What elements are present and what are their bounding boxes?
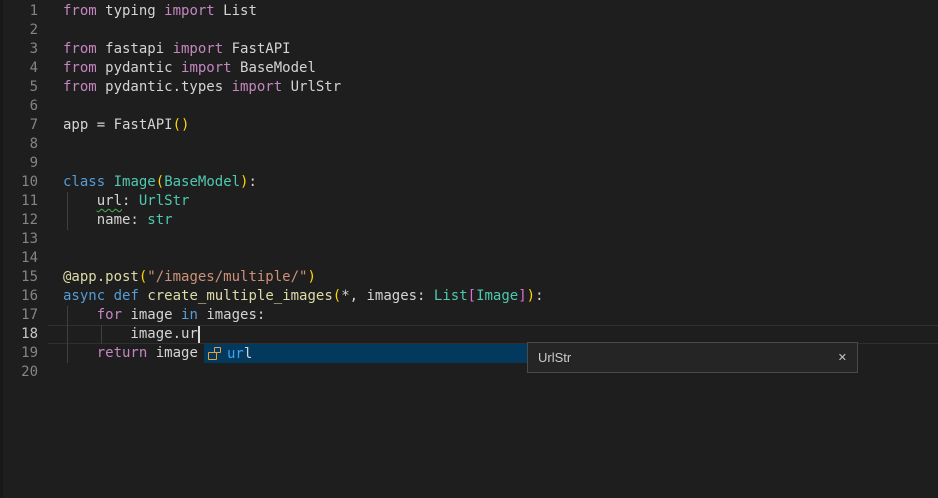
code-text: from typing import List bbox=[63, 2, 257, 21]
code-lines: 1 from typing import List 23 from fastapi i… bbox=[0, 2, 938, 382]
line-number[interactable]: 11 bbox=[0, 192, 38, 211]
code-line[interactable]: 8 bbox=[0, 135, 938, 154]
code-text: @app.post("/images/multiple/") bbox=[63, 268, 316, 287]
suggestion-label-rest: l bbox=[244, 346, 252, 362]
line-number[interactable]: 12 bbox=[0, 211, 38, 230]
line-number[interactable]: 5 bbox=[0, 78, 38, 97]
line-number[interactable]: 14 bbox=[0, 249, 38, 268]
code-line[interactable]: 4 from pydantic import BaseModel bbox=[0, 59, 938, 78]
code-text: for image in images: bbox=[63, 306, 265, 325]
line-number[interactable]: 19 bbox=[0, 344, 38, 363]
line-number[interactable]: 16 bbox=[0, 287, 38, 306]
code-line[interactable]: 7 app = FastAPI() bbox=[0, 116, 938, 135]
line-number[interactable]: 9 bbox=[0, 154, 38, 173]
line-number[interactable]: 17 bbox=[0, 306, 38, 325]
line-number[interactable]: 18 bbox=[0, 325, 38, 344]
line-number[interactable]: 2 bbox=[0, 21, 38, 40]
close-icon[interactable]: ✕ bbox=[838, 351, 847, 364]
text-cursor bbox=[198, 326, 200, 343]
suggestion-label-match: ur bbox=[227, 346, 244, 362]
code-text: from fastapi import FastAPI bbox=[63, 40, 291, 59]
line-number[interactable]: 3 bbox=[0, 40, 38, 59]
line-number[interactable]: 20 bbox=[0, 363, 38, 382]
field-icon bbox=[208, 347, 222, 360]
code-line[interactable]: 5 from pydantic.types import UrlStr bbox=[0, 78, 938, 97]
code-text: url: UrlStr bbox=[63, 192, 189, 211]
code-line[interactable]: 3 from fastapi import FastAPI bbox=[0, 40, 938, 59]
line-number[interactable]: 6 bbox=[0, 97, 38, 116]
code-text: image.ur bbox=[63, 325, 198, 344]
code-text: from pydantic import BaseModel bbox=[63, 59, 316, 78]
code-text: return image bbox=[63, 344, 198, 363]
line-number[interactable]: 13 bbox=[0, 230, 38, 249]
code-line[interactable]: 13 bbox=[0, 230, 938, 249]
line-number[interactable]: 4 bbox=[0, 59, 38, 78]
code-line[interactable]: 11 url: UrlStr bbox=[0, 192, 938, 211]
line-number[interactable]: 1 bbox=[0, 2, 38, 21]
line-number[interactable]: 8 bbox=[0, 135, 38, 154]
line-number[interactable]: 10 bbox=[0, 173, 38, 192]
code-line[interactable]: 1 from typing import List bbox=[0, 2, 938, 21]
code-line[interactable]: 2 bbox=[0, 21, 938, 40]
line-number[interactable]: 15 bbox=[0, 268, 38, 287]
code-editor-screenshot: { "colors": { "editor_background": "#1e1… bbox=[0, 0, 938, 498]
suggestion-item-url[interactable]: ur l bbox=[204, 344, 527, 363]
code-text: name: str bbox=[63, 211, 173, 230]
code-text: from pydantic.types import UrlStr bbox=[63, 78, 341, 97]
code-line[interactable]: 17 for image in images: bbox=[0, 306, 938, 325]
suggestion-detail-text: UrlStr bbox=[538, 350, 838, 365]
code-text: app = FastAPI() bbox=[63, 116, 189, 135]
code-line[interactable]: 14 bbox=[0, 249, 938, 268]
line-number[interactable]: 7 bbox=[0, 116, 38, 135]
code-line[interactable]: 10 class Image(BaseModel): bbox=[0, 173, 938, 192]
code-line[interactable]: 16 async def create_multiple_images(*, im… bbox=[0, 287, 938, 306]
code-text: async def create_multiple_images(*, imag… bbox=[63, 287, 544, 306]
code-line[interactable]: 15 @app.post("/images/multiple/") bbox=[0, 268, 938, 287]
code-text: class Image(BaseModel): bbox=[63, 173, 257, 192]
code-line[interactable]: 6 bbox=[0, 97, 938, 116]
code-line[interactable]: 9 bbox=[0, 154, 938, 173]
suggestion-detail-pane: UrlStr ✕ bbox=[527, 342, 858, 373]
code-line[interactable]: 12 name: str bbox=[0, 211, 938, 230]
